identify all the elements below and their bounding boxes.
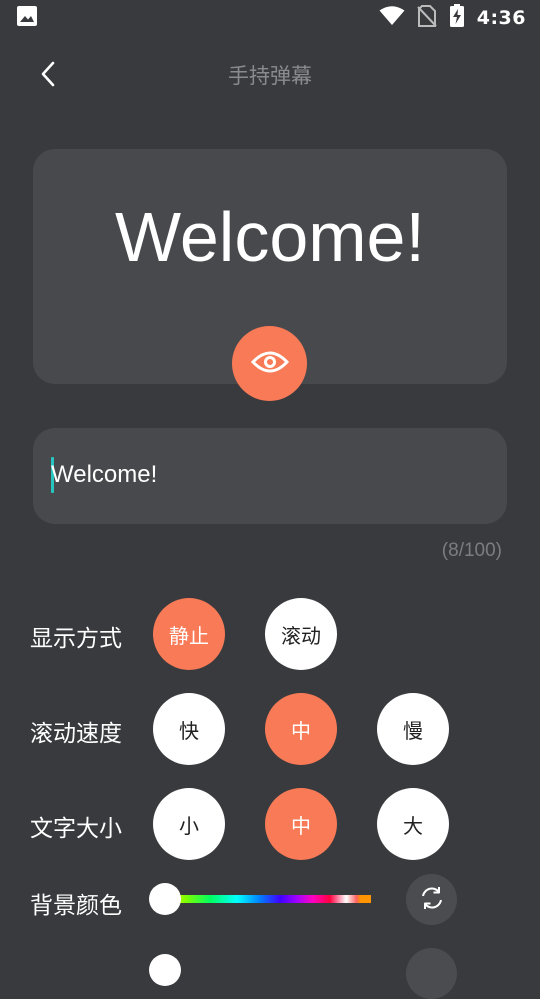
status-icons: 4:36 xyxy=(379,4,526,32)
text-size-label: 文字大小 xyxy=(30,816,122,842)
option-label: 滚动 xyxy=(281,623,321,648)
status-bar: 4:36 xyxy=(0,0,540,36)
reset-color-button[interactable] xyxy=(406,874,457,925)
char-counter: (8/100) xyxy=(441,540,502,561)
size-large-button[interactable]: 大 xyxy=(377,788,449,860)
preview-button[interactable] xyxy=(232,326,307,401)
image-icon xyxy=(16,5,38,31)
display-mode-label: 显示方式 xyxy=(30,626,122,652)
eye-icon xyxy=(250,349,289,379)
next-reset-button[interactable] xyxy=(406,948,457,999)
option-label: 中 xyxy=(291,813,311,838)
size-small-button[interactable]: 小 xyxy=(153,788,225,860)
next-slider-thumb[interactable] xyxy=(149,954,181,986)
scroll-speed-label: 滚动速度 xyxy=(30,721,122,747)
display-mode-static-button[interactable]: 静止 xyxy=(153,598,225,670)
no-sim-icon xyxy=(417,5,437,31)
display-mode-scroll-button[interactable]: 滚动 xyxy=(265,598,337,670)
option-label: 小 xyxy=(179,813,199,838)
option-label: 大 xyxy=(403,813,423,838)
speed-slow-button[interactable]: 慢 xyxy=(377,693,449,765)
speed-fast-button[interactable]: 快 xyxy=(153,693,225,765)
text-input-value: Welcome! xyxy=(51,461,158,488)
speed-medium-button[interactable]: 中 xyxy=(265,693,337,765)
option-label: 慢 xyxy=(403,718,423,743)
option-label: 静止 xyxy=(169,623,209,648)
background-color-slider[interactable] xyxy=(165,895,371,903)
size-medium-button[interactable]: 中 xyxy=(265,788,337,860)
background-color-label: 背景颜色 xyxy=(30,893,122,919)
option-label: 快 xyxy=(179,718,199,743)
option-label: 中 xyxy=(291,718,311,743)
status-time: 4:36 xyxy=(476,7,526,29)
refresh-icon xyxy=(418,884,446,916)
color-slider-thumb[interactable] xyxy=(149,883,181,915)
page-title: 手持弹幕 xyxy=(228,64,312,88)
wifi-icon xyxy=(379,6,405,30)
header: 手持弹幕 xyxy=(0,48,540,100)
battery-charging-icon xyxy=(449,4,465,32)
preview-text: Welcome! xyxy=(115,198,425,276)
text-input[interactable]: Welcome! xyxy=(33,428,507,524)
